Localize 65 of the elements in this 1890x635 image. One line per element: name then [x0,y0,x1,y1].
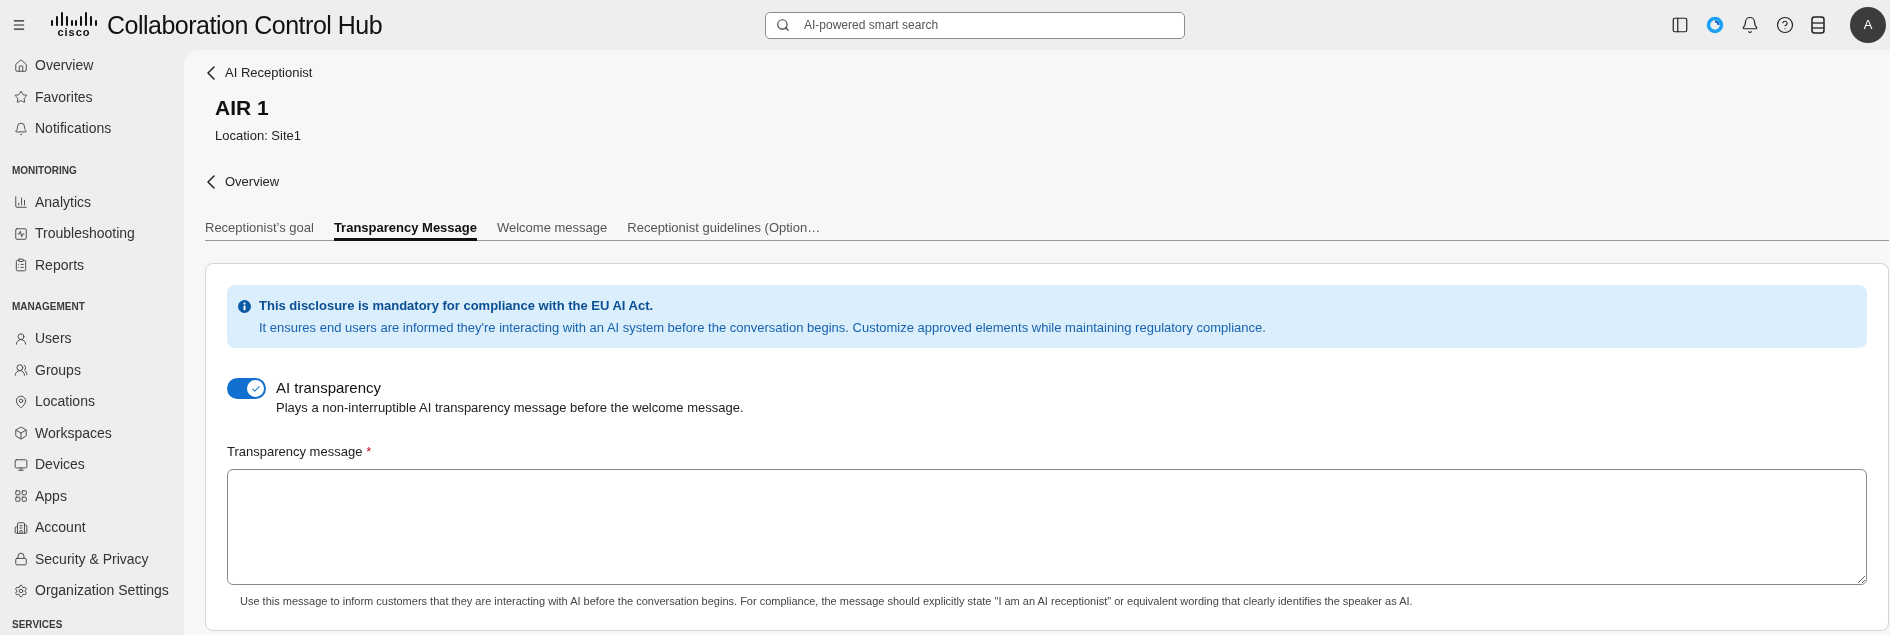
settings-icon [14,583,28,598]
ring-logo-icon[interactable] [1706,16,1724,34]
lock-icon [14,552,28,567]
bar-chart-icon [14,195,28,210]
chevron-left-icon [207,175,215,189]
sidebar-item[interactable]: Organization Settings [6,575,178,607]
field-hint: Use this message to inform customers that they are interacting with AI before the conversation begins. For compliance, the message should explicitly state "I am an AI receptionist" or equivalent wording that clearly identifies the speaker as AI. [239,594,1414,609]
sidebar-item[interactable]: Workspaces [6,417,178,449]
sidebar-item[interactable]: Groups [6,354,178,386]
sidebar-item[interactable]: Analytics [6,186,178,218]
avatar[interactable]: A [1850,7,1886,43]
required-mark: * [366,443,372,461]
sidebar-item[interactable]: Security & Privacy [6,543,178,575]
message-field[interactable] [227,469,1867,585]
toggle-label: AI transparency [276,378,383,398]
building-icon [14,520,28,535]
page-title: AIR 1 [215,95,269,121]
app-title: Collaboration Control Hub [107,10,383,40]
sidebar-item[interactable]: Overview [6,50,178,82]
help-icon[interactable] [1776,16,1794,34]
tab[interactable]: Welcome message [496,219,608,241]
section-heading: MONITORING [12,163,77,178]
sidebar-item[interactable]: Notifications [6,113,178,145]
home-icon [14,58,28,73]
monitor-icon [14,457,28,472]
sidebar-item[interactable]: Troubleshooting [6,218,178,250]
section-heading: SERVICES [12,617,63,632]
sidebar-item[interactable]: Devices [6,449,178,481]
tab[interactable]: Receptionist guidelines (Option… [627,219,821,241]
search-field[interactable]: AI-powered smart search [765,11,1185,39]
info-icon [238,299,251,313]
sidebar-item[interactable]: Locations [6,386,178,418]
sidebar-item[interactable]: Account [6,512,178,544]
chevron-left-icon [207,66,215,80]
sidebar-item[interactable]: Users [6,323,178,355]
bell-icon[interactable] [1741,16,1759,34]
sidebar-item[interactable]: Favorites [6,81,178,113]
clipboard-list-icon [14,258,28,273]
star-icon [14,90,28,105]
banner-text: It ensures end users are informed they're interacting with an AI system before the conversation begins. Customize approved elements while maintaining regulatory compliance. [259,319,1266,337]
toggle-switch[interactable] [227,378,266,399]
grid-icon [14,489,28,504]
back-link[interactable]: AI Receptionist [207,63,313,83]
section-heading: MANAGEMENT [12,300,85,314]
bell-icon [14,121,28,136]
users-icon [14,363,28,378]
logo-icon [51,12,97,26]
map-pin-icon [14,394,28,409]
banner-title: This disclosure is mandatory for compliance with the EU AI Act. [259,297,655,315]
tab[interactable]: Receptionist’s goal [205,219,314,241]
panel-icon[interactable] [1671,16,1689,34]
field-label: Transparency message [227,443,363,461]
sidebar-item[interactable]: Reports [6,249,178,281]
tab[interactable]: Transparency Message [333,219,477,241]
rows-icon[interactable] [1811,16,1825,34]
user-icon [14,331,28,346]
logo-text: cisco [57,26,91,38]
menu-icon[interactable] [12,18,26,32]
location-text: Location: Site1 [215,127,301,145]
cube-icon [14,426,28,441]
back-link[interactable]: Overview [207,172,280,192]
search-icon [776,18,790,32]
toggle-description: Plays a non-interruptible AI transparency message before the welcome message. [276,399,744,417]
pulse-icon [14,226,28,241]
sidebar-item[interactable]: Apps [6,480,178,512]
